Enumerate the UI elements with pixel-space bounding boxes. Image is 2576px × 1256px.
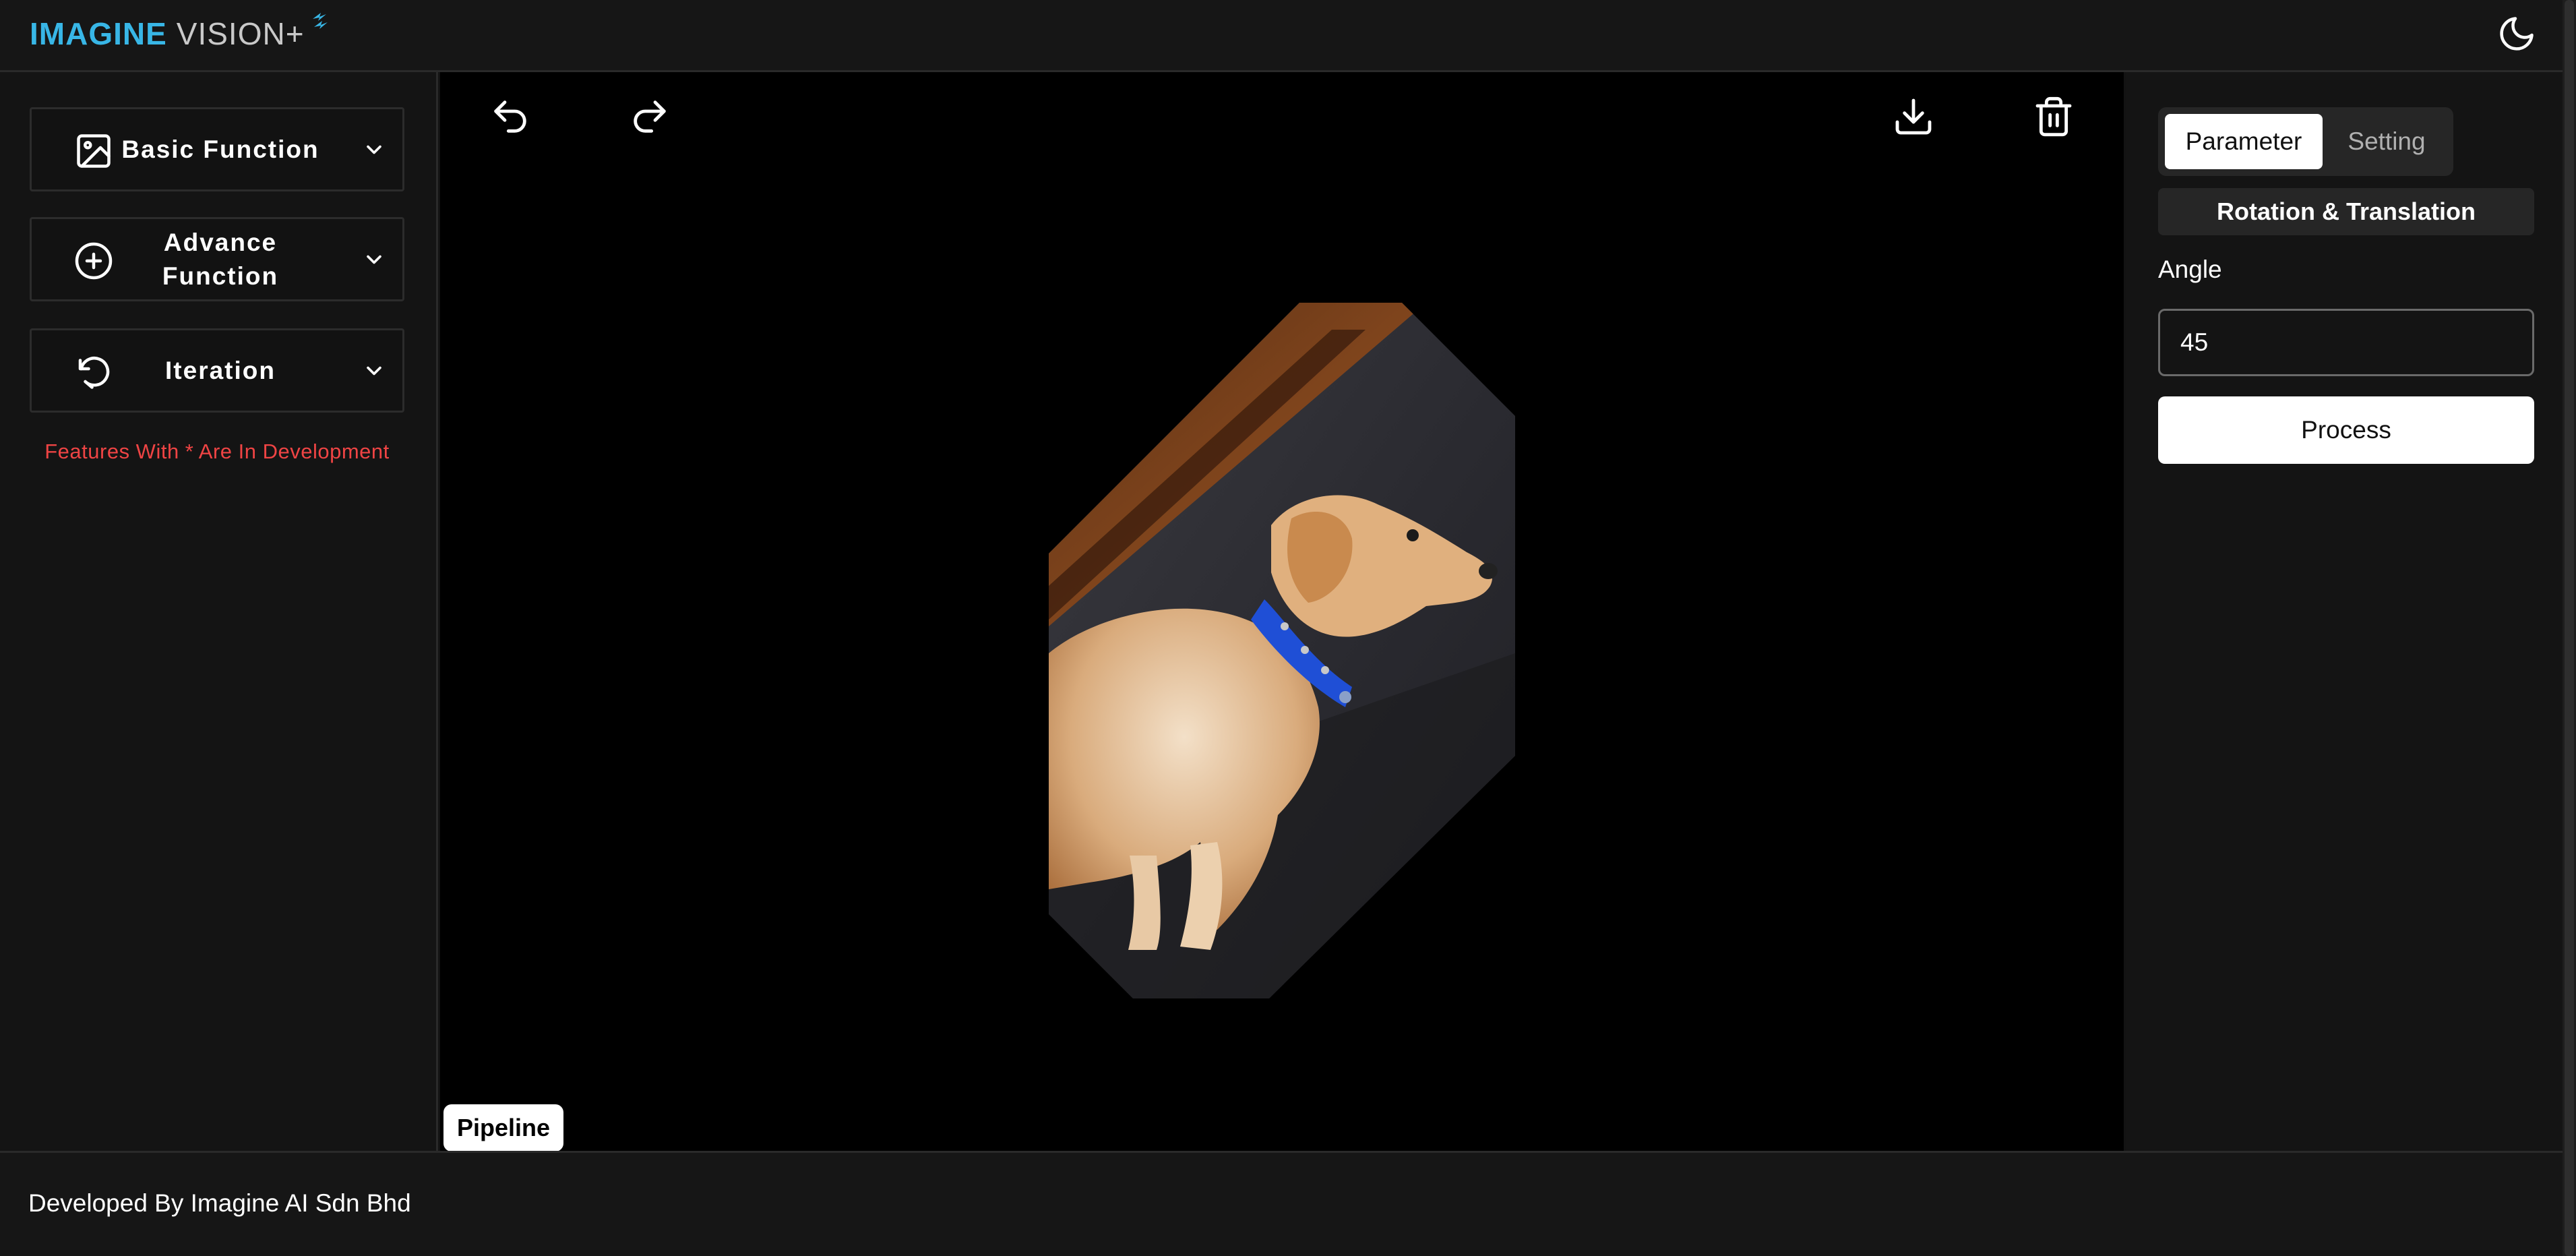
delete-button[interactable]	[2032, 95, 2075, 138]
download-icon	[1895, 98, 1932, 135]
basic-function-menu[interactable]: Basic Function	[30, 107, 404, 191]
chevron-down-icon	[367, 255, 381, 264]
tab-parameter[interactable]: Parameter	[2165, 114, 2323, 169]
moon-icon	[2500, 17, 2534, 51]
scrollbar-thumb[interactable]	[2565, 0, 2574, 1256]
undo-button[interactable]	[489, 95, 532, 138]
app-root: IMAGINE VISION+ Basic Function Advance F…	[0, 0, 2576, 1256]
image-icon	[77, 134, 111, 168]
chevron-down-icon	[367, 366, 381, 376]
edited-image[interactable]	[1049, 303, 1515, 998]
development-note: Features With * Are In Development	[44, 440, 390, 463]
basic-function-label: Basic Function	[121, 135, 319, 163]
advance-function-label: Advance Function	[162, 228, 279, 290]
logo-secondary-text: VISION+	[176, 16, 305, 51]
panel-tabs: Parameter Setting	[2158, 107, 2453, 176]
chevron-down-icon	[367, 145, 381, 154]
image-canvas[interactable]: Pipeline	[440, 72, 2124, 1152]
angle-label: Angle	[2158, 256, 2222, 283]
parameter-panel: Parameter Setting Rotation & Translation…	[2126, 72, 2563, 1151]
footer: Developed By Imagine AI Sdn Bhd	[0, 1151, 2563, 1256]
logo-primary-text: IMAGINE	[30, 16, 167, 51]
redo-button[interactable]	[628, 95, 671, 138]
download-button[interactable]	[1892, 95, 1935, 138]
app-logo[interactable]: IMAGINE VISION+	[30, 13, 330, 55]
tab-setting[interactable]: Setting	[2327, 114, 2447, 169]
top-bar: IMAGINE VISION+	[0, 0, 2576, 72]
advance-function-menu[interactable]: Advance Function	[30, 217, 404, 301]
function-sidebar: Basic Function Advance Function Iteratio…	[0, 72, 438, 1151]
trash-icon	[2035, 96, 2072, 137]
plus-circle-icon	[75, 242, 113, 280]
pipeline-tab[interactable]: Pipeline	[443, 1104, 564, 1152]
redo-icon	[634, 100, 666, 133]
undo-icon	[494, 100, 526, 133]
iteration-menu[interactable]: Iteration	[30, 328, 404, 413]
rotate-ccw-icon	[78, 357, 110, 389]
angle-input[interactable]	[2158, 309, 2534, 376]
process-button[interactable]: Process	[2158, 396, 2534, 464]
rotated-photo	[1049, 303, 1515, 998]
section-title: Rotation & Translation	[2158, 188, 2534, 235]
theme-toggle-button[interactable]	[2496, 13, 2537, 54]
footer-credit: Developed By Imagine AI Sdn Bhd	[28, 1189, 411, 1217]
iteration-label: Iteration	[165, 356, 276, 384]
lightning-icon	[312, 13, 328, 29]
